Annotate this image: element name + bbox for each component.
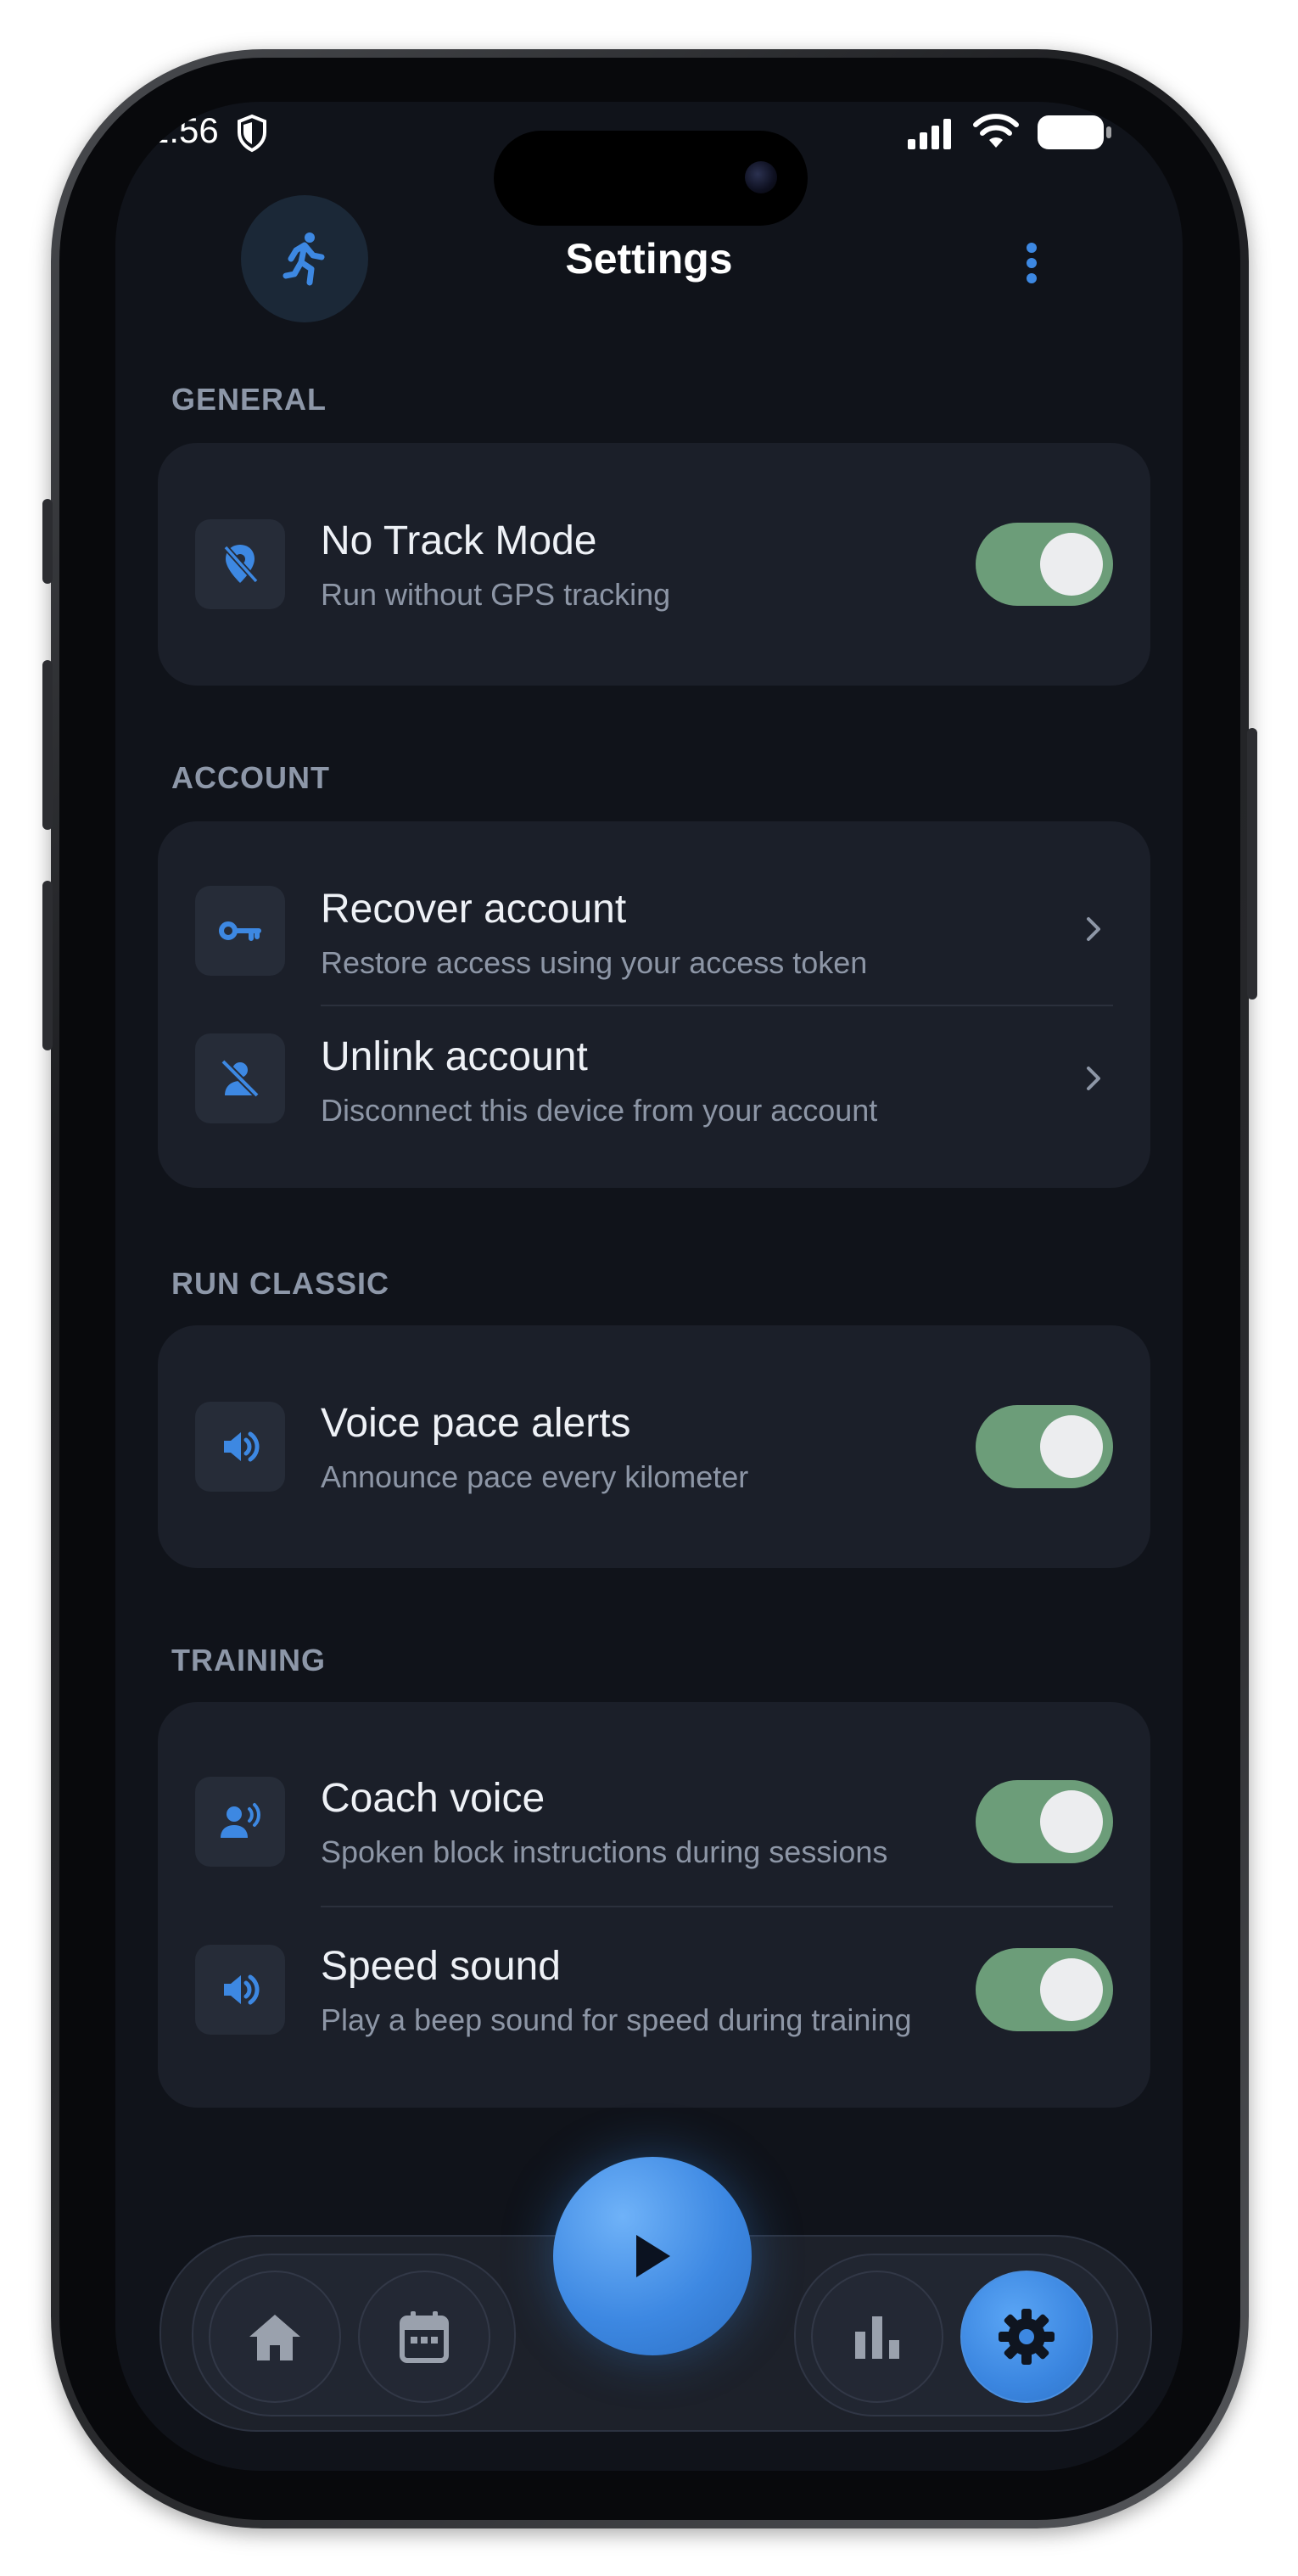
card-account: Recover account Restore access using you… [158, 821, 1150, 1188]
play-icon [636, 2235, 670, 2277]
nav-settings-button[interactable] [960, 2271, 1093, 2403]
key-icon-tile [195, 886, 285, 976]
shield-icon [238, 114, 266, 153]
wifi-icon [973, 114, 1019, 148]
action-button [42, 499, 53, 584]
voice-pace-toggle[interactable] [976, 1405, 1113, 1488]
section-label-general: GENERAL [171, 382, 327, 417]
person-off-icon [221, 1059, 260, 1098]
dynamic-island [494, 131, 808, 226]
setting-title: Coach voice [321, 1776, 545, 1821]
battery-icon [1038, 115, 1111, 149]
camera-icon [745, 161, 777, 193]
chevron-right-icon [1087, 1067, 1100, 1090]
volume-down-button [42, 881, 53, 1050]
location-off-icon [223, 545, 259, 584]
nav-home-button[interactable] [209, 2271, 341, 2403]
toggle-knob [1040, 533, 1103, 596]
setting-row-unlink-account[interactable]: Unlink account Disconnect this device fr… [158, 1005, 1150, 1188]
nav-stats-button[interactable] [811, 2271, 943, 2403]
setting-row-voice-pace[interactable]: Voice pace alerts Announce pace every ki… [158, 1325, 1150, 1568]
nav-group-left [192, 2254, 516, 2416]
setting-subtitle: Restore access using your access token [321, 945, 868, 980]
nav-group-right [794, 2254, 1118, 2416]
setting-row-no-track[interactable]: No Track Mode Run without GPS tracking [158, 443, 1150, 686]
chevron-right-icon [1087, 917, 1100, 941]
speaker-icon-tile [195, 1402, 285, 1492]
speaking-person-icon [221, 1803, 260, 1838]
setting-title: Speed sound [321, 1944, 561, 1989]
setting-subtitle: Play a beep sound for speed during train… [321, 2002, 912, 2037]
stats-icon [855, 2316, 899, 2359]
gear-icon [999, 2309, 1055, 2365]
no-location-icon-tile [195, 519, 285, 609]
setting-row-recover-account[interactable]: Recover account Restore access using you… [158, 821, 1150, 1005]
coach-voice-toggle[interactable] [976, 1780, 1113, 1863]
key-icon [219, 921, 261, 941]
toggle-knob [1040, 1958, 1103, 2021]
speed-sound-toggle[interactable] [976, 1948, 1113, 2031]
setting-title: Voice pace alerts [321, 1401, 631, 1446]
no-track-toggle[interactable] [976, 523, 1113, 606]
card-training: Coach voice Spoken block instructions du… [158, 1702, 1150, 2108]
volume-icon [224, 1974, 260, 2005]
power-button [1247, 728, 1257, 1000]
section-label-account: ACCOUNT [171, 760, 330, 795]
speaker-icon-tile [195, 1945, 285, 2035]
unlink-icon-tile [195, 1033, 285, 1123]
setting-row-speed-sound[interactable]: Speed sound Play a beep sound for speed … [158, 1906, 1150, 2108]
setting-subtitle: Disconnect this device from your account [321, 1093, 878, 1128]
card-run-classic: Voice pace alerts Announce pace every ki… [158, 1325, 1150, 1568]
card-general: No Track Mode Run without GPS tracking [158, 443, 1150, 686]
coach-voice-icon-tile [195, 1777, 285, 1867]
setting-title: Unlink account [321, 1034, 588, 1079]
volume-icon [224, 1431, 260, 1462]
toggle-knob [1040, 1790, 1103, 1853]
app-screen: 1:56 Settings GENERAL No Track Mode Run … [115, 102, 1183, 2471]
setting-row-coach-voice[interactable]: Coach voice Spoken block instructions du… [158, 1702, 1150, 1906]
section-label-training: TRAINING [171, 1643, 326, 1677]
more-vertical-icon [1027, 243, 1037, 283]
setting-subtitle: Run without GPS tracking [321, 577, 671, 612]
status-time: 1:56 [149, 110, 219, 150]
toggle-knob [1040, 1415, 1103, 1478]
volume-up-button [42, 660, 53, 830]
setting-title: Recover account [321, 887, 627, 932]
calendar-icon [400, 2311, 449, 2363]
home-icon [249, 2315, 300, 2360]
nav-calendar-button[interactable] [358, 2271, 490, 2403]
setting-subtitle: Spoken block instructions during session… [321, 1834, 888, 1869]
section-label-run-classic: RUN CLASSIC [171, 1266, 390, 1301]
more-options-button[interactable] [998, 229, 1066, 297]
signal-icon [908, 119, 951, 149]
start-run-button[interactable] [553, 2157, 752, 2355]
setting-subtitle: Announce pace every kilometer [321, 1459, 749, 1494]
setting-title: No Track Mode [321, 518, 597, 563]
